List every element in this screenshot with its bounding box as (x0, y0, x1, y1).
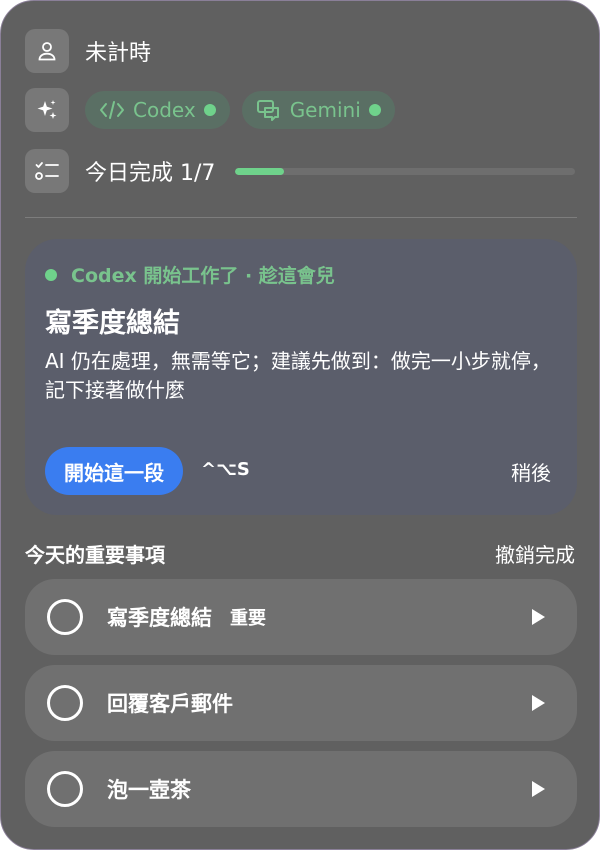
task-title: 回覆客戶郵件 (107, 692, 233, 716)
agent-chip-label: Gemini (289, 98, 361, 122)
progress-label: 今日完成 1/7 (85, 161, 216, 186)
agent-chip-label: Codex (133, 98, 196, 122)
play-icon[interactable] (532, 695, 545, 711)
undo-complete-button[interactable]: 撤銷完成 (495, 539, 575, 568)
later-button[interactable]: 稍後 (511, 457, 551, 486)
task-row[interactable]: 泡一壺茶 (25, 751, 577, 827)
task-title: 泡一壺茶 (107, 778, 191, 802)
task-row[interactable]: 寫季度總結 重要 (25, 579, 577, 655)
play-icon[interactable] (532, 781, 545, 797)
start-session-button[interactable]: 開始這一段 (45, 447, 183, 495)
keyboard-shortcut: ^⌥S (201, 459, 250, 480)
task-priority-tag: 重要 (230, 608, 266, 629)
agent-active-dot (203, 104, 216, 116)
divider (25, 217, 577, 218)
task-checkbox[interactable] (47, 771, 83, 807)
timer-status-label: 未計時 (85, 41, 152, 66)
card-description: AI 仍在處理，無需等它；建議先做到：做完一小步就停，記下接著做什麼 (45, 349, 551, 402)
section-title: 今天的重要事項 (25, 543, 165, 567)
code-icon (100, 101, 124, 119)
sparkle-icon (25, 88, 69, 132)
progress-row: 今日完成 1/7 (25, 149, 576, 193)
task-title: 寫季度總結 (107, 606, 212, 630)
user-icon (25, 29, 69, 73)
chat-icon (256, 100, 279, 121)
status-dot (45, 268, 57, 281)
card-title: 寫季度總結 (45, 308, 180, 339)
task-row[interactable]: 回覆客戶郵件 (25, 665, 577, 741)
play-icon[interactable] (532, 609, 545, 625)
checklist-icon (25, 149, 69, 193)
task-checkbox[interactable] (47, 599, 83, 635)
agent-active-dot (368, 104, 381, 116)
task-checkbox[interactable] (47, 685, 83, 721)
agent-chip-gemini[interactable]: Gemini (241, 91, 395, 129)
card-status: Codex 開始工作了 · 趁這會兒 (45, 261, 335, 288)
progress-bar-fill (235, 167, 284, 175)
focus-panel: 未計時 Codex Gemini 今日完成 1/7 Codex 開始工作了 · … (0, 0, 600, 850)
timer-status-row: 未計時 (25, 29, 151, 73)
progress-bar (235, 167, 576, 175)
agents-row: Codex Gemini (25, 88, 395, 132)
card-status-text: Codex 開始工作了 · 趁這會兒 (71, 265, 335, 287)
focus-card: Codex 開始工作了 · 趁這會兒 寫季度總結 AI 仍在處理，無需等它；建議… (25, 239, 577, 515)
agent-chip-codex[interactable]: Codex (85, 91, 230, 129)
